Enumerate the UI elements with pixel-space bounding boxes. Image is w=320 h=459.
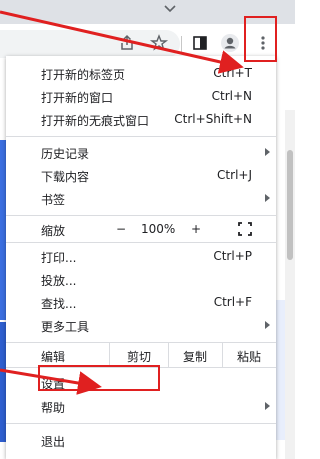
menu-item-shortcut: Ctrl+J (217, 168, 252, 182)
toolbar-divider (181, 36, 182, 52)
menu-separator (6, 136, 276, 137)
zoom-label: 缩放 (41, 224, 66, 238)
menu-item-shortcut: Ctrl+Shift+N (174, 112, 252, 126)
paste-button[interactable]: 粘贴 (226, 348, 272, 365)
annotation-box-settings (38, 365, 160, 391)
menu-item-label: 打开新的无痕式窗口 (41, 114, 150, 128)
menu-item-cast[interactable]: 投放... (6, 268, 276, 291)
menu-item-label: 打开新的标签页 (41, 68, 126, 82)
annotation-box-menu-button (244, 16, 277, 62)
menu-item-find[interactable]: 查找... Ctrl+F (6, 291, 276, 314)
menu-item-label: 历史记录 (41, 147, 90, 161)
menu-item-shortcut: Ctrl+N (211, 89, 252, 103)
bookmark-star-icon[interactable] (149, 33, 169, 53)
submenu-arrow-icon (265, 321, 270, 329)
edit-label: 编辑 (41, 350, 66, 364)
cut-button[interactable]: 剪切 (116, 348, 162, 365)
edit-divider (222, 343, 223, 367)
submenu-arrow-icon (265, 148, 270, 156)
menu-item-label: 投放... (41, 274, 77, 288)
menu-item-bookmarks[interactable]: 书签 (6, 187, 276, 210)
share-icon[interactable] (117, 33, 137, 53)
profile-icon[interactable] (220, 33, 240, 53)
menu-item-downloads[interactable]: 下载内容 Ctrl+J (6, 164, 276, 187)
side-panel-icon[interactable] (190, 33, 210, 53)
menu-item-label: 退出 (41, 435, 66, 449)
menu-item-new-window[interactable]: 打开新的窗口 Ctrl+N (6, 85, 276, 108)
zoom-out-button[interactable]: − (116, 222, 126, 236)
menu-item-more-tools[interactable]: 更多工具 (6, 314, 276, 337)
zoom-in-button[interactable]: + (191, 222, 201, 236)
menu-item-label: 下载内容 (41, 170, 90, 184)
page-content-right (276, 300, 285, 440)
edit-divider (168, 343, 169, 367)
menu-item-label: 更多工具 (41, 320, 90, 334)
menu-separator (6, 242, 276, 243)
menu-zoom-row: 缩放 − 100% + (6, 217, 276, 241)
menu-separator (6, 423, 276, 424)
edit-divider (109, 343, 110, 367)
menu-item-shortcut: Ctrl+F (213, 295, 252, 309)
menu-item-history[interactable]: 历史记录 (6, 141, 276, 164)
menu-item-exit[interactable]: 退出 (6, 429, 276, 452)
menu-item-print[interactable]: 打印... Ctrl+P (6, 245, 276, 268)
menu-item-label: 查找... (41, 297, 77, 311)
copy-button[interactable]: 复制 (172, 348, 218, 365)
chevron-down-icon[interactable] (162, 2, 178, 16)
menu-edit-row: 编辑 剪切 复制 粘贴 (6, 343, 276, 367)
menu-item-shortcut: Ctrl+T (213, 66, 252, 80)
fullscreen-icon[interactable] (238, 222, 252, 236)
menu-item-shortcut: Ctrl+P (213, 249, 252, 263)
menu-item-label: 书签 (41, 193, 66, 207)
menu-item-new-tab[interactable]: 打开新的标签页 Ctrl+T (6, 62, 276, 85)
submenu-arrow-icon (265, 402, 270, 410)
menu-item-new-incognito[interactable]: 打开新的无痕式窗口 Ctrl+Shift+N (6, 108, 276, 131)
menu-item-label: 打印... (41, 251, 77, 265)
submenu-arrow-icon (265, 194, 270, 202)
menu-separator (6, 215, 276, 216)
zoom-level: 100% (141, 222, 176, 236)
chrome-main-menu: 打开新的标签页 Ctrl+T 打开新的窗口 Ctrl+N 打开新的无痕式窗口 C… (6, 56, 276, 459)
menu-item-label: 帮助 (41, 401, 66, 415)
menu-item-help[interactable]: 帮助 (6, 395, 276, 418)
menu-item-label: 打开新的窗口 (41, 91, 114, 105)
scrollbar-thumb[interactable] (287, 150, 293, 260)
